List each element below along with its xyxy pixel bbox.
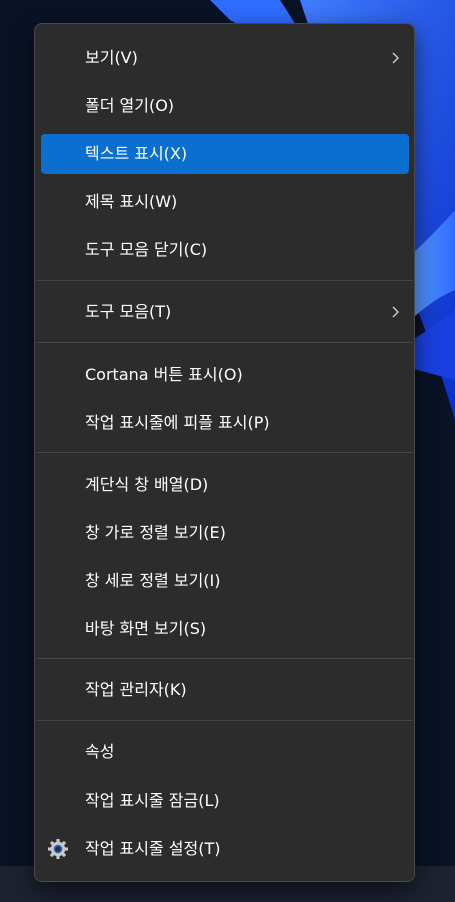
menu-item-label: 창 가로 정렬 보기(E) — [85, 523, 226, 542]
menu-item-close-toolbar[interactable]: 도구 모음 닫기(C) — [41, 230, 409, 270]
menu-item-lock-taskbar[interactable]: 작업 표시줄 잠금(L) — [41, 781, 409, 821]
menu-separator — [36, 658, 413, 659]
menu-item-label: Cortana 버튼 표시(O) — [85, 365, 243, 384]
menu-item-show-title[interactable]: 제목 표시(W) — [41, 182, 409, 222]
menu-item-label: 작업 관리자(K) — [85, 680, 187, 699]
menu-separator — [36, 280, 413, 281]
menu-item-label: 계단식 창 배열(D) — [85, 475, 209, 494]
menu-item-label: 제목 표시(W) — [85, 192, 178, 211]
menu-item-show-people[interactable]: 작업 표시줄에 피플 표시(P) — [41, 403, 409, 443]
gear-icon — [48, 839, 68, 859]
menu-separator — [36, 342, 413, 343]
menu-item-label: 작업 표시줄 설정(T) — [85, 839, 221, 858]
menu-item-cascade-windows[interactable]: 계단식 창 배열(D) — [41, 465, 409, 505]
menu-item-show-desktop[interactable]: 바탕 화면 보기(S) — [41, 609, 409, 649]
menu-item-task-manager[interactable]: 작업 관리자(K) — [41, 670, 409, 710]
menu-item-taskbar-settings[interactable]: 작업 표시줄 설정(T) — [41, 829, 409, 869]
menu-item-properties[interactable]: 속성 — [41, 732, 409, 772]
menu-separator — [36, 452, 413, 453]
menu-item-show-windows-side-by-side[interactable]: 창 세로 정렬 보기(I) — [41, 561, 409, 601]
menu-item-toolbars[interactable]: 도구 모음(T) — [41, 292, 409, 332]
menu-item-open-folder[interactable]: 폴더 열기(O) — [41, 86, 409, 126]
menu-item-label: 바탕 화면 보기(S) — [85, 619, 207, 638]
menu-item-label: 창 세로 정렬 보기(I) — [85, 571, 221, 590]
menu-item-label: 도구 모음(T) — [85, 302, 172, 321]
chevron-right-icon — [392, 306, 399, 318]
menu-item-label: 작업 표시줄에 피플 표시(P) — [85, 413, 270, 432]
chevron-right-icon — [392, 52, 399, 64]
menu-item-label: 보기(V) — [85, 48, 138, 67]
menu-item-label: 텍스트 표시(X) — [85, 144, 188, 163]
menu-item-show-text[interactable]: 텍스트 표시(X) — [41, 134, 409, 174]
menu-item-view[interactable]: 보기(V) — [41, 38, 409, 78]
menu-item-label: 도구 모음 닫기(C) — [85, 240, 208, 259]
taskbar-context-menu: 보기(V) 폴더 열기(O) 텍스트 표시(X) 제목 표시(W) 도구 모음 … — [34, 23, 415, 882]
menu-item-label: 작업 표시줄 잠금(L) — [85, 791, 220, 810]
menu-item-show-cortana-button[interactable]: Cortana 버튼 표시(O) — [41, 355, 409, 395]
menu-item-label: 속성 — [85, 742, 115, 761]
menu-item-show-windows-stacked[interactable]: 창 가로 정렬 보기(E) — [41, 513, 409, 553]
menu-separator — [36, 720, 413, 721]
menu-item-label: 폴더 열기(O) — [85, 96, 175, 115]
